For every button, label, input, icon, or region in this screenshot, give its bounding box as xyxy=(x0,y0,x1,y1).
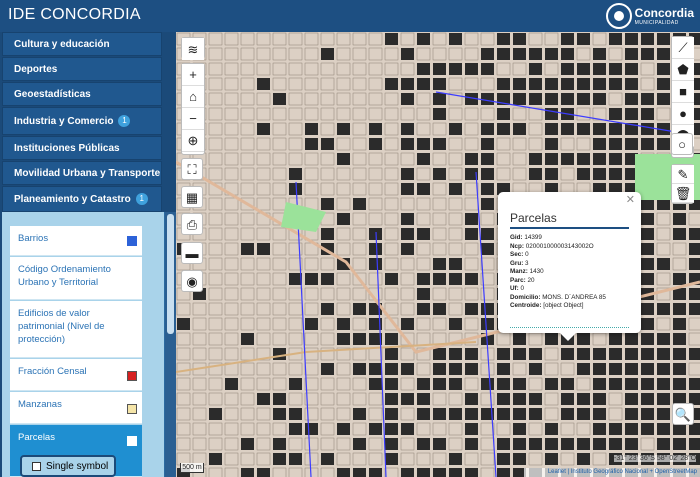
layers-icon[interactable]: ≋ xyxy=(182,38,204,60)
draw-line-icon[interactable]: ⟋ xyxy=(672,37,694,59)
locate-icon[interactable]: ⊕ xyxy=(182,130,204,152)
popup-field: Uf: 0 xyxy=(510,285,525,292)
layer-item-manzanas[interactable]: Manzanas xyxy=(10,392,142,424)
popup-field: Parc: 20 xyxy=(510,276,535,284)
grid-icon[interactable]: ▦ xyxy=(181,186,203,208)
app-window: IDE CONCORDIA Concordia MUNICIPALIDAD Cu… xyxy=(0,0,700,477)
edit-icon[interactable]: ✎ xyxy=(672,165,694,184)
print-icon[interactable]: ⎙ xyxy=(181,213,203,235)
header-bar: IDE CONCORDIA Concordia MUNICIPALIDAD xyxy=(0,0,700,32)
layer-item-barrios[interactable]: Barrios xyxy=(10,226,142,256)
layer-swatch xyxy=(127,436,137,446)
coordinate-readout: -31° 23' 36"S 58° 02' 28"O xyxy=(614,455,697,462)
category-geoestadisticas[interactable]: Geoestadísticas xyxy=(2,82,162,106)
home-icon[interactable]: ⌂ xyxy=(182,86,204,108)
layer-item-edificios[interactable]: Edificios de valor patrimonial (Nivel de… xyxy=(10,301,142,358)
folder-icon[interactable]: ▬ xyxy=(181,242,203,264)
layers-control[interactable]: ≋ xyxy=(181,37,205,60)
logo-name: Concordia xyxy=(634,5,694,20)
checkbox-icon[interactable] xyxy=(32,461,41,471)
category-instituciones[interactable]: Instituciones Públicas xyxy=(2,136,162,160)
draw-polygon-icon[interactable]: ⬟ xyxy=(672,59,694,81)
popup-field: Gru: 3 xyxy=(510,259,529,267)
category-cultura[interactable]: Cultura y educación xyxy=(2,32,162,56)
count-badge: 1 xyxy=(135,193,148,205)
draw-circle-icon[interactable]: ● xyxy=(672,103,694,125)
fullscreen-icon[interactable]: ⛶ xyxy=(181,158,203,180)
zoom-out-icon[interactable]: − xyxy=(182,108,204,130)
delete-icon[interactable]: 🗑 xyxy=(672,184,694,203)
count-badge: 1 xyxy=(118,115,131,127)
map-attribution[interactable]: Leaflet | Instituto Geográfico Nacional … xyxy=(524,468,700,477)
category-industria[interactable]: Industria y Comercio 1 xyxy=(2,107,162,135)
camera-icon[interactable]: ◉ xyxy=(181,270,203,292)
search-icon[interactable]: 🔍 xyxy=(672,403,694,425)
category-movilidad[interactable]: Movilidad Urbana y Transporte xyxy=(2,161,162,185)
popup-field: Gid: 14399 xyxy=(510,234,542,241)
layer-swatch xyxy=(127,371,137,381)
draw-circle-marker-icon[interactable]: ○ xyxy=(671,133,693,155)
logo-subtitle: MUNICIPALIDAD xyxy=(634,19,679,26)
sidebar-scrollbar[interactable] xyxy=(165,212,176,477)
popup-field: Sec: 0 xyxy=(510,251,529,258)
feature-popup: ✕ Parcelas Gid: 14399 Ncp: 0200010000031… xyxy=(498,192,641,341)
popup-field: Ncp: 020001000003143002O xyxy=(510,242,594,250)
layer-swatch xyxy=(127,236,137,246)
zoom-controls: + ⌂ − ⊕ xyxy=(181,63,205,155)
logo-icon xyxy=(605,3,632,29)
popup-divider xyxy=(510,327,629,328)
layer-item-codigo[interactable]: Código Ordenamiento Urbano y Territorial xyxy=(10,257,142,300)
layer-item-fraccion[interactable]: Fracción Censal xyxy=(10,359,142,391)
popup-field: Manz: 1430 xyxy=(510,268,544,275)
category-deportes[interactable]: Deportes xyxy=(2,57,162,81)
popup-field: Centroide: [object Object] xyxy=(510,302,584,309)
scrollbar-thumb[interactable] xyxy=(167,214,174,334)
draw-rectangle-icon[interactable]: ■ xyxy=(672,81,694,103)
layer-swatch xyxy=(127,404,137,414)
single-symbol-option[interactable]: Single symbol xyxy=(20,455,116,477)
edit-toolbar: ✎ 🗑 xyxy=(671,164,694,204)
municipality-logo: Concordia MUNICIPALIDAD xyxy=(605,3,694,29)
scale-bar: 500 m xyxy=(180,463,204,473)
zoom-in-icon[interactable]: + xyxy=(182,64,204,86)
popup-field: Domicilio: MONS. D´ANDREA 85 xyxy=(510,293,606,301)
close-icon[interactable]: ✕ xyxy=(626,193,635,206)
category-planeamiento[interactable]: Planeamiento y Catastro 1 xyxy=(2,186,162,212)
app-title: IDE CONCORDIA xyxy=(8,6,141,23)
popup-title: Parcelas xyxy=(510,211,629,229)
